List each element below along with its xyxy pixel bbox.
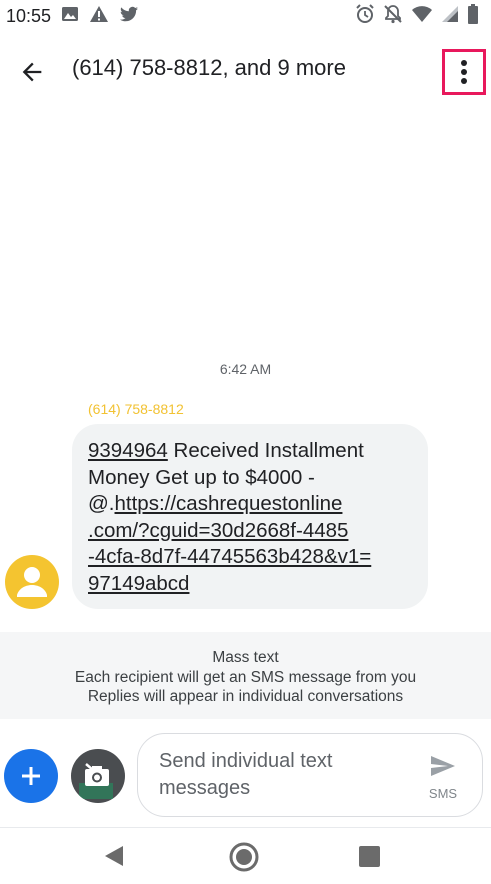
add-icon <box>22 767 40 785</box>
message-url-link[interactable]: https://cashrequestonline <box>115 492 343 515</box>
mass-text-title: Mass text <box>212 649 279 666</box>
nav-home-icon <box>229 842 259 872</box>
send-button[interactable]: SMS <box>421 754 465 810</box>
message-timestamp: 6:42 AM <box>219 361 272 377</box>
message-line-3: @.https://cashrequestonline <box>88 492 343 515</box>
wifi-icon <box>411 5 433 28</box>
avatar[interactable] <box>5 555 59 609</box>
message-line-1: 9394964 Received Installment <box>88 439 364 462</box>
message-url-link-cont-3[interactable]: 97149abcd <box>88 571 412 598</box>
person-icon <box>17 567 47 597</box>
mass-text-notice: Mass text Each recipient will get an SMS… <box>0 632 491 719</box>
twitter-icon <box>119 6 139 27</box>
back-button[interactable] <box>18 58 46 86</box>
message-line-2: Money Get up to $4000 - <box>88 465 315 489</box>
message-sender: (614) 758-8812 <box>88 401 184 417</box>
status-bar-right <box>355 3 479 29</box>
message-input-placeholder: Send individual text messages <box>159 750 333 799</box>
camera-icon <box>79 763 113 799</box>
add-attachment-button[interactable] <box>4 749 58 803</box>
status-bar: 10:55 <box>0 0 491 32</box>
composer: Send individual text messages SMS <box>0 724 491 824</box>
nav-recents-icon[interactable] <box>359 846 380 867</box>
more-vert-icon <box>461 60 467 84</box>
status-bar-left: 10:55 <box>6 5 139 28</box>
nav-home-button[interactable] <box>228 841 260 878</box>
warning-icon <box>89 5 109 28</box>
send-icon <box>431 756 455 776</box>
camera-button[interactable] <box>71 749 125 803</box>
message-url-link-cont-1[interactable]: .com/?cguid=30d2668f-4485 <box>88 518 412 545</box>
message-url-link-cont-2[interactable]: -4cfa-8d7f-44745563b428&v1= <box>88 544 412 571</box>
battery-icon <box>467 3 479 29</box>
notifications-off-icon <box>383 4 403 29</box>
nav-back-button[interactable] <box>103 844 125 873</box>
image-icon <box>61 6 79 27</box>
signal-icon <box>441 5 459 28</box>
mass-text-line-1: Each recipient will get an SMS message f… <box>74 668 417 686</box>
message-bubble[interactable]: 9394964 Received Installment Money Get u… <box>72 424 428 609</box>
app-bar: (614) 758-8812, and 9 more <box>0 38 491 102</box>
message-input[interactable]: Send individual text messages SMS <box>137 733 483 817</box>
conversation-title: (614) 758-8812, and 9 more <box>72 55 346 80</box>
mass-text-line-2: Replies will appear in individual conver… <box>87 688 404 705</box>
alarm-icon <box>355 3 375 29</box>
nav-back-icon <box>105 846 123 866</box>
message-code-link[interactable]: 9394964 <box>88 439 168 462</box>
send-label: SMS <box>428 786 458 801</box>
more-options-button[interactable] <box>442 49 486 95</box>
system-nav-bar <box>0 828 491 884</box>
arrow-back-icon <box>22 62 42 82</box>
status-time: 10:55 <box>6 5 52 26</box>
